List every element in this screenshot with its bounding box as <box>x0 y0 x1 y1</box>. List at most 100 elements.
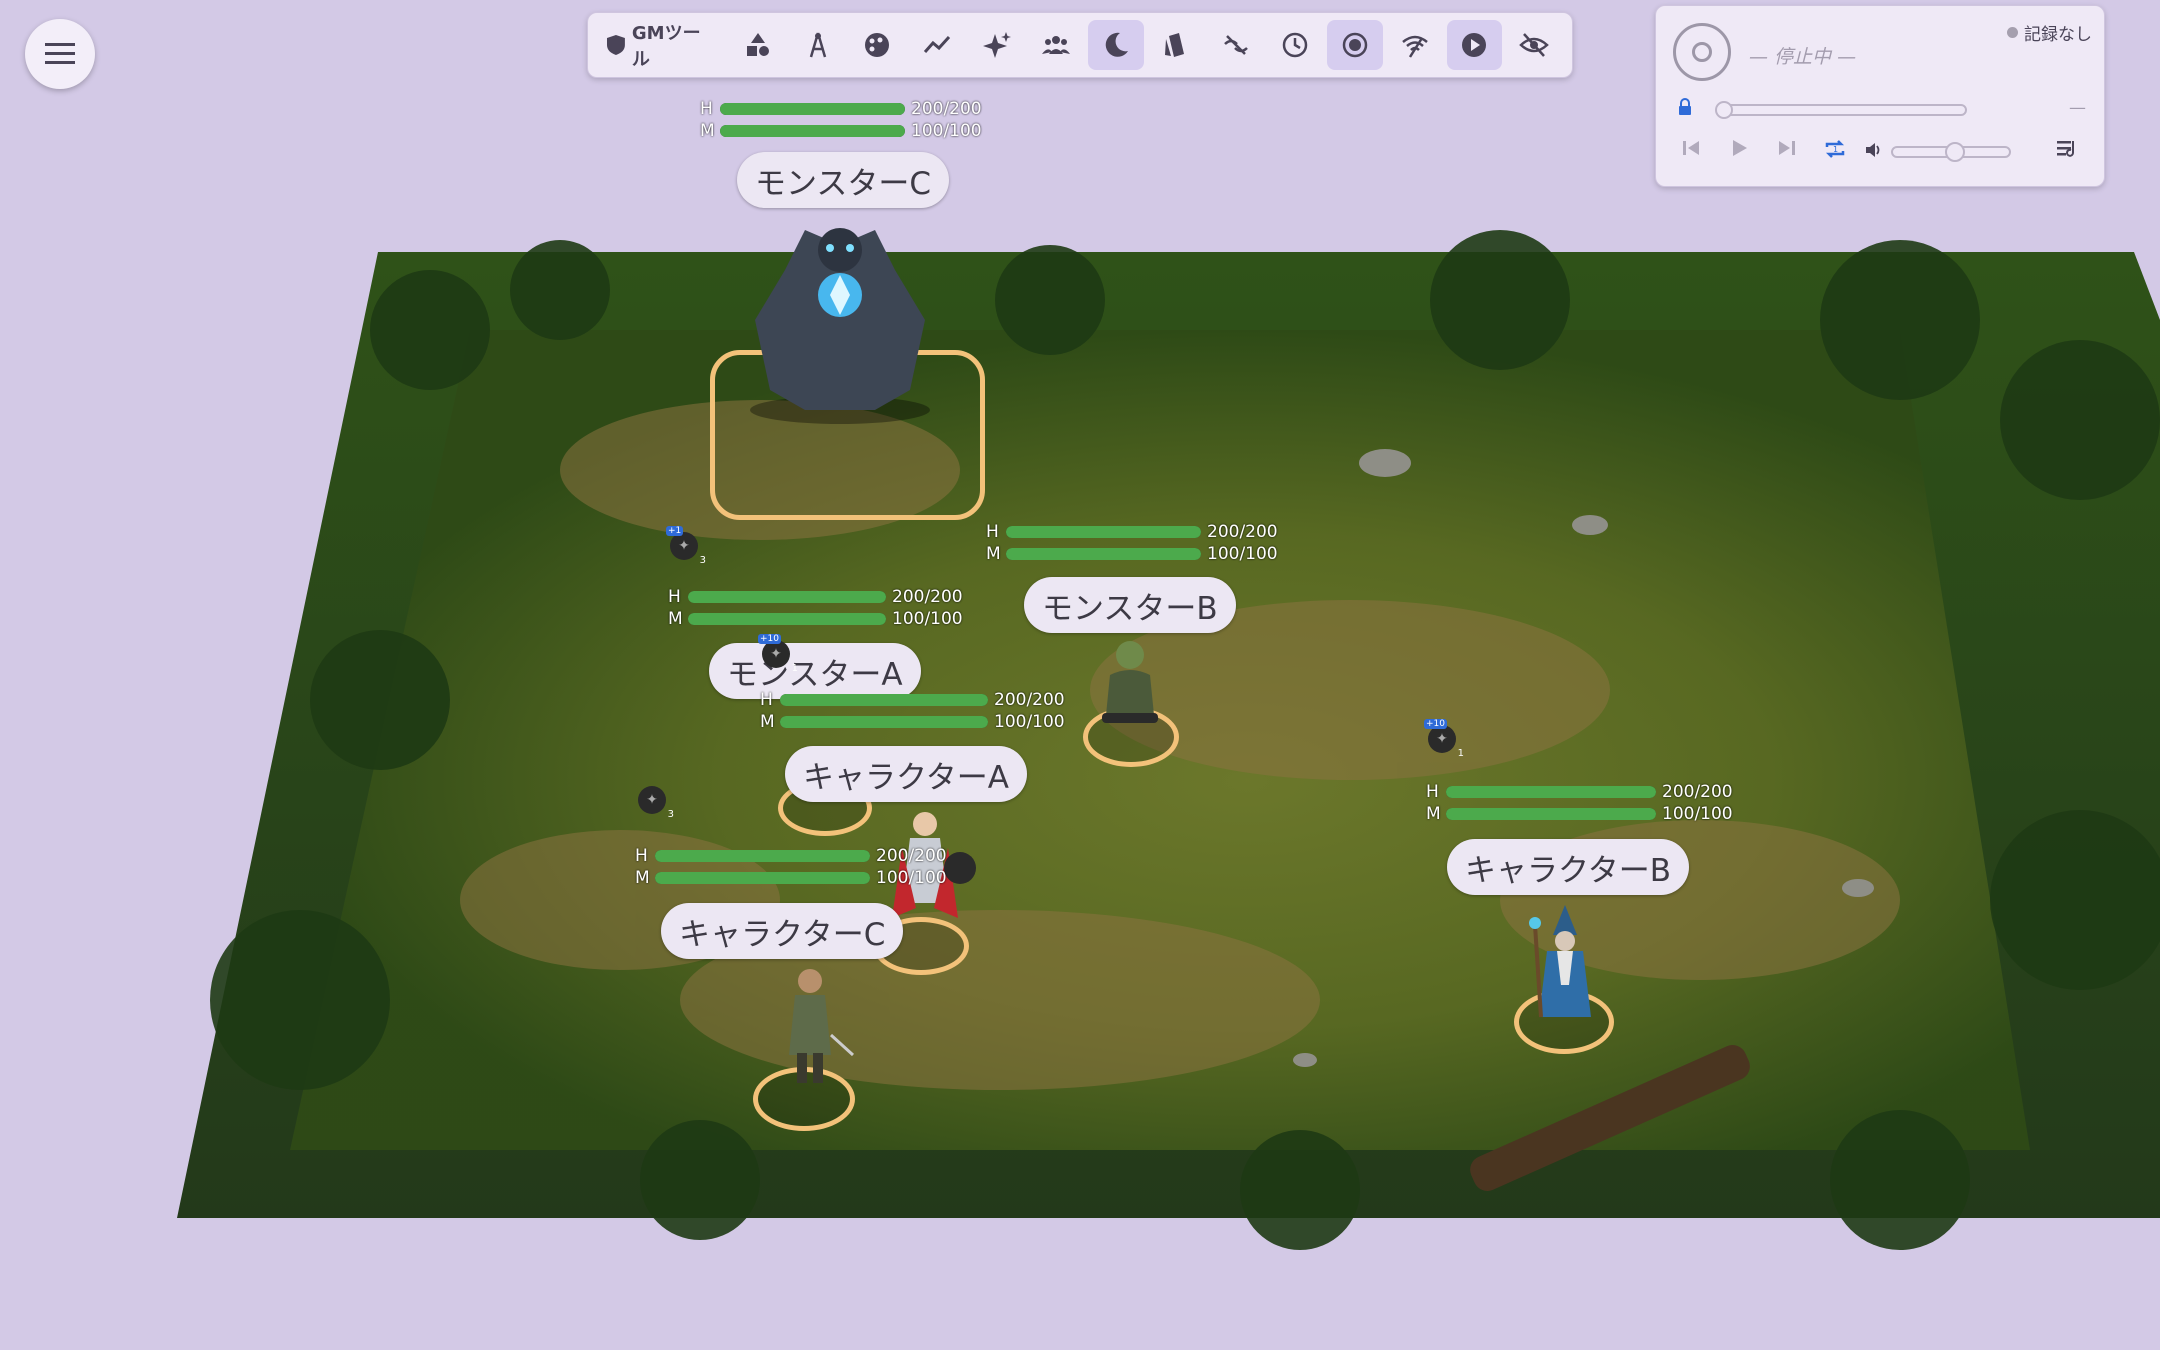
group-icon <box>1042 36 1071 54</box>
timer-button[interactable] <box>1267 20 1323 70</box>
volume-icon[interactable] <box>1864 141 1882 159</box>
buff-marker[interactable]: ✦ +10 1 <box>758 634 798 674</box>
playlist-icon[interactable] <box>2055 137 2079 161</box>
mp-label: M <box>635 868 650 888</box>
status-bars-character-c: H 200/200 M 100/100 <box>635 845 947 889</box>
previous-track-icon[interactable] <box>1680 137 1702 159</box>
mp-label: M <box>668 609 683 629</box>
nameplate-monster-b[interactable]: モンスターB <box>1024 577 1236 633</box>
gm-tools-button[interactable]: GMツール <box>598 20 726 70</box>
hp-label: H <box>635 846 648 866</box>
trend-button[interactable] <box>909 20 965 70</box>
volume-handle[interactable] <box>1945 142 1965 162</box>
mp-value: 100/100 <box>994 712 1065 732</box>
volume-slider[interactable] <box>1891 142 2011 162</box>
link-off-icon <box>1223 35 1248 55</box>
hamburger-menu-icon <box>45 43 75 64</box>
character-b-figure[interactable] <box>1515 905 1615 1025</box>
buff-marker[interactable]: ✦ 3 <box>638 786 674 820</box>
buff-tag: +10 <box>1424 719 1447 729</box>
hp-value: 200/200 <box>1662 782 1733 802</box>
night-mode-button[interactable] <box>1088 20 1145 70</box>
cards-button[interactable] <box>1148 20 1204 70</box>
lock-icon[interactable] <box>1677 98 1693 116</box>
hp-label: H <box>700 99 713 119</box>
hp-label: H <box>760 690 773 710</box>
mp-bar-fill <box>780 716 988 728</box>
svg-text:1: 1 <box>1833 145 1838 154</box>
shapes-button[interactable] <box>730 20 786 70</box>
buff-tag: +1 <box>666 526 684 536</box>
buff-count: 3 <box>699 555 706 566</box>
mp-label: M <box>1426 804 1441 824</box>
party-button[interactable] <box>1029 20 1085 70</box>
hide-link-button[interactable] <box>1208 20 1264 70</box>
status-bars-monster-b: H 200/200 M 100/100 <box>986 521 1278 565</box>
clock-icon <box>1283 32 1308 58</box>
signal-icon <box>1401 35 1428 58</box>
shield-icon <box>606 35 625 55</box>
nameplate-character-b[interactable]: キャラクターB <box>1447 839 1690 895</box>
play-scene-button[interactable] <box>1446 20 1503 70</box>
mp-bar-fill <box>720 125 905 137</box>
hp-bar-fill <box>780 694 988 706</box>
play-icon[interactable] <box>1728 137 1750 159</box>
play-circle-icon <box>1462 33 1487 57</box>
track-title: — 停止中 — <box>1749 46 1857 68</box>
visibility-off-icon <box>1519 33 1549 57</box>
buff-count: 1 <box>791 663 798 674</box>
main-menu-button[interactable] <box>25 19 95 89</box>
mp-value: 100/100 <box>1207 544 1278 564</box>
hp-bar-fill <box>1006 526 1201 538</box>
mp-bar-fill <box>655 872 870 884</box>
repeat-icon[interactable]: 1 <box>1823 137 1847 161</box>
buff-marker[interactable]: ✦ +1 3 <box>666 526 706 566</box>
hp-value: 200/200 <box>1207 522 1278 542</box>
compass-button[interactable] <box>790 20 846 70</box>
mp-value: 100/100 <box>911 121 982 141</box>
disc-icon <box>1673 23 1731 81</box>
hp-label: H <box>1426 782 1439 802</box>
status-bars-monster-c: H 200/200 M 100/100 <box>700 98 982 142</box>
mp-label: M <box>700 121 715 141</box>
effects-button[interactable] <box>969 20 1025 70</box>
gm-tools-label: GMツール <box>631 23 701 70</box>
character-c-figure[interactable] <box>765 965 855 1095</box>
mp-label: M <box>760 712 775 732</box>
mp-bar-fill <box>1006 548 1201 560</box>
palette-button[interactable] <box>850 20 906 70</box>
seek-slider[interactable] <box>1715 101 1967 119</box>
buff-count: 3 <box>667 809 674 820</box>
record-button[interactable] <box>1327 20 1383 70</box>
cards-icon <box>1164 33 1184 57</box>
connection-button[interactable] <box>1387 20 1443 70</box>
status-bars-monster-a: H 200/200 M 100/100 <box>668 586 963 630</box>
hp-label: H <box>986 522 999 542</box>
monster-b-figure[interactable] <box>1080 635 1180 735</box>
trend-icon <box>923 35 951 53</box>
buff-count: 1 <box>1457 748 1464 759</box>
hp-bar-fill <box>720 103 905 115</box>
moon-icon <box>1105 32 1129 57</box>
buff-tag: +10 <box>758 634 781 644</box>
hp-value: 200/200 <box>994 690 1065 710</box>
shapes-icon <box>746 33 769 56</box>
monster-c-figure[interactable] <box>725 210 955 430</box>
mp-label: M <box>986 544 1001 564</box>
mp-bar-fill <box>688 613 886 625</box>
nameplate-character-a[interactable]: キャラクターA <box>785 746 1027 802</box>
hp-label: H <box>668 587 681 607</box>
record-icon <box>1342 32 1368 58</box>
mp-bar-fill <box>1446 808 1656 820</box>
hide-view-button[interactable] <box>1506 20 1562 70</box>
nameplate-monster-c[interactable]: モンスターC <box>737 152 950 208</box>
nameplate-character-c[interactable]: キャラクターC <box>661 903 904 959</box>
seek-handle[interactable] <box>1715 101 1733 119</box>
palette-icon <box>865 33 890 57</box>
status-dot-icon <box>2007 27 2018 38</box>
buff-marker[interactable]: ✦ +10 1 <box>1424 719 1464 759</box>
hp-value: 200/200 <box>876 846 947 866</box>
mp-value: 100/100 <box>1662 804 1733 824</box>
next-track-icon[interactable] <box>1776 137 1798 159</box>
recording-status: 記録なし <box>2007 20 2092 45</box>
